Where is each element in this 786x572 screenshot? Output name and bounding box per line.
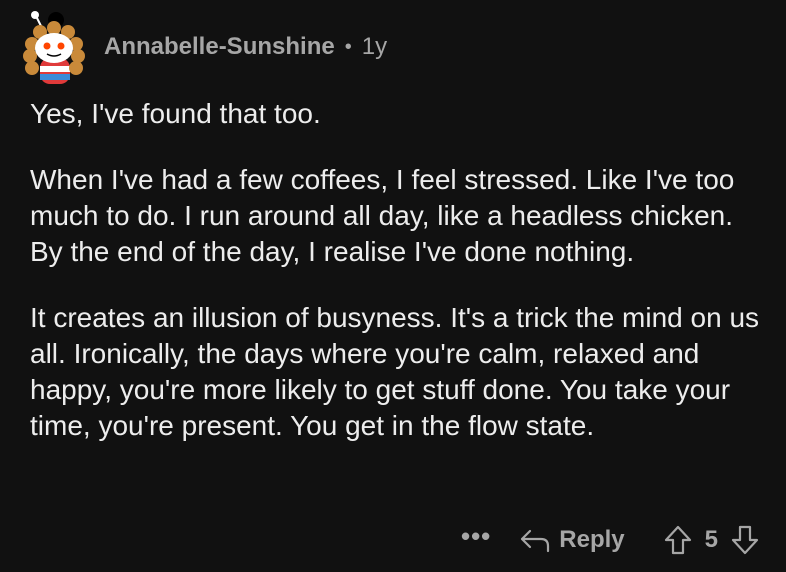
- downvote-arrow-icon[interactable]: [730, 524, 760, 556]
- comment-age[interactable]: 1y: [362, 33, 387, 61]
- comment-paragraph: It creates an illusion of busyness. It's…: [30, 302, 760, 441]
- reddit-snoo-avatar-icon: [23, 11, 85, 84]
- reply-arrow-icon: [521, 529, 550, 553]
- reply-label: Reply: [559, 526, 625, 553]
- more-options-icon[interactable]: •••: [461, 521, 491, 552]
- comment-paragraph: Yes, I've found that too.: [30, 98, 321, 129]
- vote-controls: 5: [663, 524, 760, 556]
- comment: Annabelle-Sunshine • 1y Yes, I've found …: [0, 0, 786, 572]
- comment-paragraph: When I've had a few coffees, I feel stre…: [30, 164, 735, 267]
- comment-meta: Annabelle-Sunshine • 1y: [104, 33, 387, 61]
- upvote-arrow-icon[interactable]: [663, 524, 693, 556]
- avatar[interactable]: [22, 10, 86, 86]
- comment-body: Yes, I've found that too. When I've had …: [30, 96, 770, 474]
- comment-actions: ••• Reply 5: [461, 520, 760, 560]
- meta-separator: •: [344, 35, 352, 58]
- author-name[interactable]: Annabelle-Sunshine: [104, 33, 335, 61]
- comment-header: Annabelle-Sunshine • 1y: [22, 10, 387, 86]
- reply-button[interactable]: Reply: [519, 526, 625, 554]
- vote-count: 5: [704, 526, 718, 553]
